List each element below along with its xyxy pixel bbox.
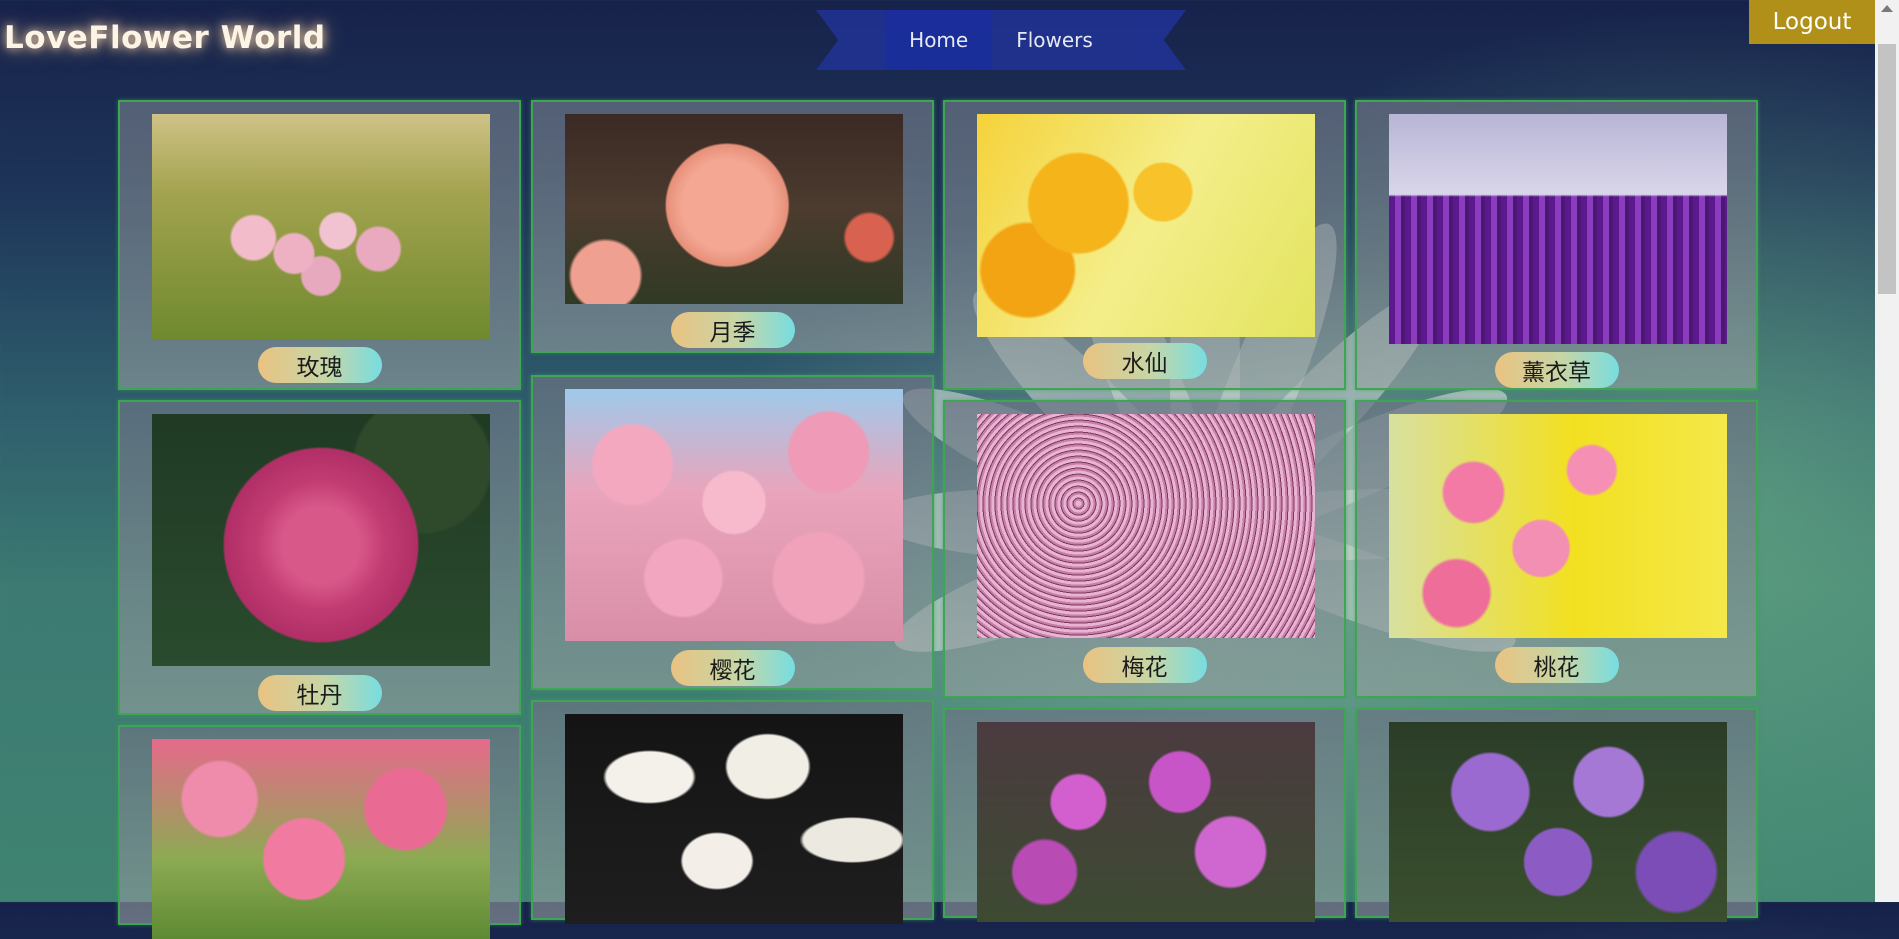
flower-image[interactable] xyxy=(152,739,490,939)
flower-card[interactable]: 月季 xyxy=(531,100,934,353)
flower-card[interactable]: 梅花 xyxy=(943,400,1346,698)
flower-name-label[interactable]: 牡丹 xyxy=(257,675,382,711)
flower-card[interactable]: 樱花 xyxy=(531,375,934,690)
flower-image[interactable] xyxy=(152,114,490,339)
nav-home-link[interactable]: Home xyxy=(885,10,993,70)
flower-image[interactable] xyxy=(1389,114,1727,344)
flower-name-label[interactable]: 玫瑰 xyxy=(257,347,382,383)
flower-name-label[interactable]: 水仙 xyxy=(1082,343,1207,379)
flower-card[interactable]: 牡丹 xyxy=(118,400,521,715)
flower-card[interactable] xyxy=(1355,708,1758,922)
flower-image[interactable] xyxy=(977,114,1315,337)
flower-card[interactable]: 水仙 xyxy=(943,100,1346,390)
flower-name-label[interactable]: 月季 xyxy=(670,312,795,348)
flower-card[interactable] xyxy=(118,725,521,939)
main-nav: Home Flowers xyxy=(816,10,1186,70)
scrollbar-thumb[interactable] xyxy=(1878,44,1896,294)
flower-card[interactable] xyxy=(531,700,934,924)
flower-image[interactable] xyxy=(977,414,1315,638)
flower-card[interactable]: 薰衣草 xyxy=(1355,100,1758,390)
flower-name-label[interactable]: 桃花 xyxy=(1494,647,1619,683)
flower-name-label[interactable]: 薰衣草 xyxy=(1494,352,1619,388)
logout-button[interactable]: Logout xyxy=(1749,0,1875,44)
nav-flowers-link[interactable]: Flowers xyxy=(992,10,1117,70)
flower-image[interactable] xyxy=(565,714,903,924)
flower-image[interactable] xyxy=(1389,414,1727,638)
flower-image[interactable] xyxy=(565,114,903,304)
flower-image[interactable] xyxy=(152,414,490,666)
flower-name-label[interactable]: 樱花 xyxy=(670,650,795,686)
flower-image[interactable] xyxy=(977,722,1315,922)
flower-image[interactable] xyxy=(565,389,903,641)
flower-card[interactable]: 桃花 xyxy=(1355,400,1758,698)
flower-card[interactable] xyxy=(943,708,1346,922)
flower-name-label[interactable]: 梅花 xyxy=(1082,647,1207,683)
site-logo: LoveFlower World xyxy=(4,20,326,56)
flower-card[interactable]: 玫瑰 xyxy=(118,100,521,390)
vertical-scrollbar[interactable] xyxy=(1875,0,1899,902)
scroll-up-arrow-icon[interactable] xyxy=(1881,5,1893,12)
flower-image[interactable] xyxy=(1389,722,1727,922)
